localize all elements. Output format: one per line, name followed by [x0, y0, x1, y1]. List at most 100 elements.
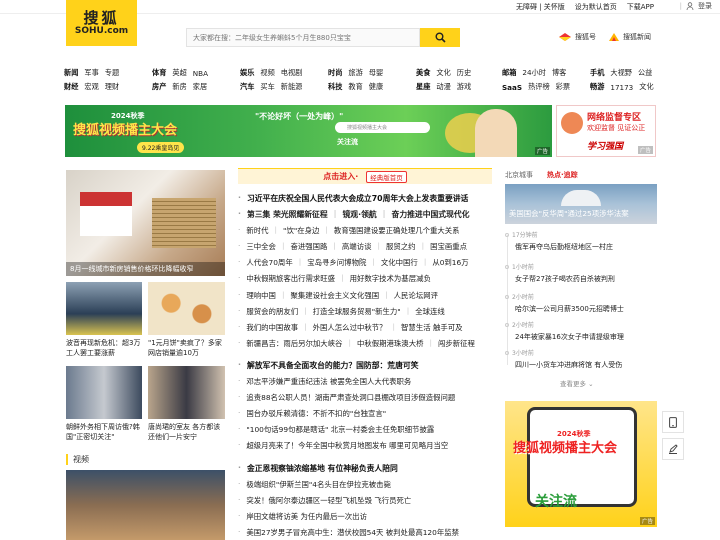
- news-link[interactable]: 新疆昌吉：雨后另尔加大峡谷: [246, 338, 342, 349]
- nav-item[interactable]: 星座: [416, 82, 430, 92]
- headline-header[interactable]: 点击进入· 经典版首页: [238, 168, 492, 184]
- news-link[interactable]: 我们的中国故事: [246, 322, 298, 333]
- nav-item[interactable]: 博客: [552, 68, 566, 78]
- news-link[interactable]: 第三集 荣光照耀新征程: [247, 209, 328, 220]
- news-item[interactable]: · 岸田文雄将访美 为任内最后一次出访: [238, 511, 367, 522]
- nav-item[interactable]: 娱乐: [240, 68, 254, 78]
- search-button[interactable]: [420, 28, 460, 47]
- nav-item[interactable]: 畅游: [590, 82, 604, 92]
- sohu-news-link[interactable]: 搜狐新闻: [608, 32, 651, 42]
- news-link[interactable]: 服贸之约: [386, 241, 416, 252]
- view-more-link[interactable]: 查看更多 ⌄: [560, 378, 594, 388]
- news-link[interactable]: 宝岛寻乡问博物院: [307, 257, 366, 268]
- nav-item[interactable]: 17173: [610, 83, 633, 92]
- news-item[interactable]: · "100句话99句都是瞎话" 北京一村委会主任免职细节披露: [238, 424, 434, 435]
- news-link[interactable]: 理响中国: [246, 290, 276, 301]
- news-item[interactable]: · 国台办驳斥赖清德：不折不扣的"台独宣言": [238, 408, 386, 419]
- click-enter[interactable]: 点击进入·: [323, 171, 358, 182]
- news-link[interactable]: 中秋假期港珠澳大桥: [357, 338, 424, 349]
- news-item[interactable]: · 美国27岁男子冒充高中生：潜伏校园54天 被判处最高120年监禁: [238, 527, 459, 538]
- search-input[interactable]: [186, 28, 420, 47]
- news-link[interactable]: 智慧生活 触手可及: [401, 322, 462, 333]
- banner-ad[interactable]: 2024秋季 搜狐视频播主大会 9.22乘皇岛见 "不论好坏（一处为峰）" 搜狐…: [65, 105, 552, 157]
- video-section-title[interactable]: 视频: [66, 454, 89, 465]
- news-link[interactable]: 闯步新征程: [438, 338, 475, 349]
- news-link[interactable]: 打造全球服务贸易"新生力": [313, 306, 401, 317]
- nav-item[interactable]: 教育: [348, 82, 362, 92]
- lead-photo[interactable]: 8月一线城市新房销售价格环比降幅收窄: [66, 170, 225, 276]
- nav-item[interactable]: 游戏: [457, 82, 471, 92]
- nav-item[interactable]: 美食: [416, 68, 430, 78]
- news-link[interactable]: 人代会70周年: [246, 257, 292, 268]
- login-link[interactable]: 登录: [698, 1, 712, 11]
- nav-item[interactable]: 邮箱: [502, 68, 516, 78]
- news-item[interactable]: · 邓志平涉嫌严重违纪违法 被罢免全国人大代表职务: [238, 376, 411, 387]
- tab-beijing[interactable]: 北京城事: [505, 170, 533, 180]
- news-link[interactable]: 中秋假期旅客出行需求旺盛: [246, 273, 335, 284]
- set-homepage-link[interactable]: 设为默认首页: [575, 2, 617, 12]
- news-link[interactable]: 高端访谈: [342, 241, 372, 252]
- nav-item[interactable]: 彩票: [556, 82, 570, 92]
- nav-item[interactable]: 电视剧: [281, 68, 303, 78]
- nav-item[interactable]: 理财: [105, 82, 119, 92]
- nav-item[interactable]: 汽车: [240, 82, 254, 92]
- news-caption-4[interactable]: 唐尚珺的室友 各方都该还他们一片安宁: [148, 422, 225, 442]
- nav-item[interactable]: 体育: [152, 68, 166, 78]
- news-link[interactable]: 镜观·领航: [343, 209, 377, 220]
- timeline-item[interactable]: 1小时前 女子帮27孩子喝农药自杀被判刑: [505, 262, 657, 284]
- banner-right-ad[interactable]: 网络监督专区 欢迎监督 见证公正 学习强国 广告: [556, 105, 656, 157]
- login-area[interactable]: | 登录: [680, 1, 712, 11]
- mobile-button[interactable]: [662, 411, 684, 433]
- news-caption-3[interactable]: 朝鲜外务相下周访俄?韩国"正密切关注": [66, 422, 142, 442]
- nav-item[interactable]: 手机: [590, 68, 604, 78]
- sohu-account-link[interactable]: 搜狐号: [558, 32, 596, 42]
- tab-hot-tracking[interactable]: 热点·追踪: [547, 170, 578, 180]
- nav-item[interactable]: 军事: [84, 68, 98, 78]
- video-thumbnail[interactable]: [66, 470, 225, 540]
- right-photo[interactable]: 美国国会"反华周"通过25项涉华法案: [505, 184, 657, 224]
- news-caption-1[interactable]: 波音再现新危机：超3万工人罢工要涨薪: [66, 338, 142, 358]
- news-photo-1[interactable]: [66, 282, 142, 335]
- nav-item[interactable]: 新闻: [64, 68, 78, 78]
- news-link[interactable]: 新时代: [246, 225, 268, 236]
- nav-item[interactable]: 科技: [328, 82, 342, 92]
- timeline-item[interactable]: 2小时前 24年被家暴16次女子申请提级审理: [505, 320, 657, 342]
- nav-item[interactable]: 旅游: [348, 68, 362, 78]
- timeline-item[interactable]: 2小时前 哈尔滨一公司月薪3500元招聘博士: [505, 292, 657, 314]
- news-link[interactable]: 全球连线: [415, 306, 445, 317]
- news-link[interactable]: 外国人怎么过中秋节？: [313, 322, 387, 333]
- nav-item[interactable]: 宏观: [84, 82, 98, 92]
- news-link[interactable]: 从0到16万: [432, 257, 468, 268]
- nav-item[interactable]: 新房: [172, 82, 186, 92]
- news-photo-4[interactable]: [148, 366, 225, 419]
- news-link[interactable]: 人民论坛网评: [394, 290, 438, 301]
- nav-item[interactable]: SaaS: [502, 83, 522, 92]
- news-item[interactable]: · 突发！俄阿尔泰边疆区一轻型飞机坠毁 飞行员死亡: [238, 495, 411, 506]
- feedback-button[interactable]: [662, 438, 684, 460]
- nav-item[interactable]: 英超: [172, 68, 186, 78]
- news-link[interactable]: 服贸会的朋友们: [246, 306, 298, 317]
- nav-item[interactable]: 财经: [64, 82, 78, 92]
- nav-item[interactable]: 时尚: [328, 68, 342, 78]
- news-item[interactable]: · 追责88名公职人员！湖南严肃查处洞口县棚改项目涉假造假问题: [238, 392, 455, 403]
- nav-item[interactable]: 房产: [152, 82, 166, 92]
- nav-item[interactable]: 健康: [369, 82, 383, 92]
- nav-item[interactable]: 母婴: [369, 68, 383, 78]
- classic-homepage-button[interactable]: 经典版首页: [366, 170, 407, 183]
- nav-item[interactable]: 24小时: [522, 68, 546, 78]
- news-item[interactable]: · 极端组织"伊斯兰国"4名头目在伊拉克被击毙: [238, 479, 391, 490]
- nav-item[interactable]: 文化: [436, 68, 450, 78]
- news-link[interactable]: 三中全会: [246, 241, 276, 252]
- nav-item[interactable]: 热评榜: [528, 82, 550, 92]
- nav-item[interactable]: 大视野: [610, 68, 632, 78]
- news-link[interactable]: 国宝画重点: [430, 241, 467, 252]
- news-photo-2[interactable]: [148, 282, 225, 335]
- news-item[interactable]: · 超级月亮来了！今年全国中秋赏月地图发布 哪里可见略月当空: [238, 440, 448, 451]
- nav-item[interactable]: 视频: [260, 68, 274, 78]
- download-app-link[interactable]: 下载APP: [627, 2, 654, 12]
- accessibility-link[interactable]: 无障碍 | 关怀版: [516, 2, 565, 12]
- news-caption-2[interactable]: "1元月饼"卖疯了？多家网店销量逾10万: [148, 338, 225, 358]
- news-link[interactable]: 奋进强国路: [290, 241, 327, 252]
- news-link[interactable]: "饮"在身边: [283, 225, 319, 236]
- nav-item[interactable]: 历史: [457, 68, 471, 78]
